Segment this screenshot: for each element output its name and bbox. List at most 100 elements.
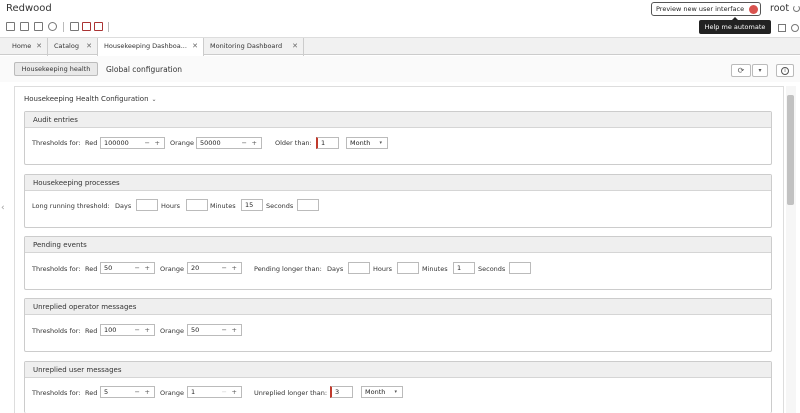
document-list-icon[interactable] bbox=[34, 22, 43, 31]
pending-days-input[interactable] bbox=[348, 262, 370, 274]
refresh-icon: ⟳ bbox=[737, 66, 745, 75]
minutes-label: Minutes bbox=[422, 265, 448, 273]
pending-longer-label: Pending longer than: bbox=[254, 265, 322, 273]
minus-icon[interactable]: − bbox=[135, 263, 140, 273]
power-icon[interactable] bbox=[793, 5, 800, 12]
close-icon[interactable]: ✕ bbox=[192, 38, 198, 55]
stepper-value: 100 bbox=[104, 326, 117, 334]
plus-icon[interactable]: + bbox=[232, 325, 237, 335]
thresholds-label: Thresholds for: bbox=[32, 327, 81, 335]
scrollbar-thumb[interactable] bbox=[787, 95, 794, 205]
pending-orange-stepper[interactable]: 20 − + bbox=[187, 262, 242, 274]
days-label: Days bbox=[327, 265, 344, 273]
minus-icon[interactable]: − bbox=[222, 325, 227, 335]
processes-seconds-input[interactable] bbox=[297, 199, 319, 211]
audit-orange-stepper[interactable]: 50000 − + bbox=[196, 137, 262, 149]
pending-red-stepper[interactable]: 50 − + bbox=[100, 262, 155, 274]
plus-icon[interactable]: + bbox=[232, 263, 237, 273]
seconds-label: Seconds bbox=[478, 265, 506, 273]
unreplied-longer-label: Unreplied longer than: bbox=[254, 389, 328, 397]
pending-minutes-input[interactable]: 1 bbox=[453, 262, 475, 274]
plus-icon[interactable]: + bbox=[252, 138, 257, 148]
red-label: Red bbox=[85, 265, 98, 273]
close-icon[interactable]: ✕ bbox=[36, 38, 42, 55]
tab-home[interactable]: Home ✕ bbox=[6, 38, 48, 56]
toolbar-separator bbox=[63, 22, 64, 32]
housekeeping-health-button[interactable]: Housekeeping health bbox=[14, 62, 98, 76]
toolbar-separator bbox=[108, 22, 109, 32]
grid-icon[interactable] bbox=[70, 22, 79, 31]
more-options-button[interactable]: ▾ bbox=[752, 64, 768, 77]
orange-label: Orange bbox=[170, 139, 195, 147]
bug-icon[interactable] bbox=[82, 22, 91, 31]
minus-icon[interactable]: − bbox=[135, 325, 140, 335]
close-icon[interactable]: ✕ bbox=[292, 38, 298, 55]
plus-icon[interactable]: + bbox=[155, 138, 160, 148]
stepper-value: 1 bbox=[191, 388, 196, 396]
user-red-stepper[interactable]: 5 − + bbox=[100, 386, 155, 398]
plus-icon[interactable]: + bbox=[145, 387, 150, 397]
minus-icon[interactable]: − bbox=[222, 387, 227, 397]
unreplied-longer-input[interactable]: 3 bbox=[330, 386, 353, 398]
brand-name: Redwood bbox=[6, 3, 52, 14]
section-header: Unreplied user messages bbox=[25, 362, 771, 378]
older-than-unit-select[interactable]: Month ▾ bbox=[346, 137, 388, 149]
caret-down-icon: ▾ bbox=[394, 389, 397, 395]
operator-red-stepper[interactable]: 100 − + bbox=[100, 324, 155, 336]
refresh-button[interactable]: ⟳ bbox=[731, 64, 751, 77]
minus-icon[interactable]: − bbox=[145, 138, 150, 148]
info-circle-icon[interactable] bbox=[791, 24, 799, 32]
chevron-down-icon: ⌄ bbox=[151, 96, 157, 103]
orange-label: Orange bbox=[160, 389, 185, 397]
processes-minutes-input[interactable]: 15 bbox=[241, 199, 263, 211]
audit-red-stepper[interactable]: 100000 − + bbox=[100, 137, 165, 149]
processes-days-input[interactable] bbox=[136, 199, 158, 211]
tab-monitoring-dashboard[interactable]: Monitoring Dashboard ✕ bbox=[204, 38, 304, 56]
older-than-label: Older than: bbox=[275, 139, 312, 147]
days-label: Days bbox=[115, 202, 132, 210]
thresholds-label: Thresholds for: bbox=[32, 389, 81, 397]
stepper-value: 50 bbox=[191, 326, 200, 334]
minus-icon[interactable]: − bbox=[242, 138, 247, 148]
plus-icon[interactable]: + bbox=[232, 387, 237, 397]
pending-hours-input[interactable] bbox=[397, 262, 419, 274]
window-icon[interactable] bbox=[778, 24, 786, 32]
bug-alert-icon[interactable] bbox=[94, 22, 103, 31]
chevron-left-icon[interactable]: ‹ bbox=[1, 203, 5, 213]
stepper-value: 50 bbox=[104, 264, 113, 272]
info-button[interactable]: i bbox=[776, 64, 794, 77]
operator-orange-stepper[interactable]: 50 − + bbox=[187, 324, 242, 336]
section-header: Unreplied operator messages bbox=[25, 299, 771, 315]
config-title[interactable]: Housekeeping Health Configuration ⌄ bbox=[24, 95, 157, 103]
help-me-automate-tooltip[interactable]: Help me automate bbox=[699, 17, 771, 34]
select-value: Month bbox=[365, 388, 386, 396]
tab-housekeeping-dashboard[interactable]: Housekeeping Dashboa... ✕ bbox=[98, 38, 204, 56]
home-icon[interactable] bbox=[6, 22, 15, 31]
user-name[interactable]: root bbox=[770, 3, 789, 14]
global-configuration-link[interactable]: Global configuration bbox=[106, 65, 182, 74]
plus-icon[interactable]: + bbox=[145, 263, 150, 273]
caret-down-icon: ▾ bbox=[379, 140, 382, 146]
minus-icon[interactable]: − bbox=[135, 387, 140, 397]
user-orange-stepper[interactable]: 1 − + bbox=[187, 386, 242, 398]
info-icon: i bbox=[781, 66, 789, 75]
older-than-input[interactable]: 1 bbox=[316, 137, 339, 149]
plus-icon[interactable]: + bbox=[145, 325, 150, 335]
stepper-value: 50000 bbox=[200, 139, 221, 147]
preview-button-label: Preview new user interface bbox=[656, 5, 745, 13]
orange-label: Orange bbox=[160, 327, 185, 335]
preview-new-ui-button[interactable]: Preview new user interface bbox=[651, 2, 761, 16]
gear-icon[interactable] bbox=[48, 22, 57, 31]
tab-catalog[interactable]: Catalog ✕ bbox=[48, 38, 98, 56]
pending-seconds-input[interactable] bbox=[509, 262, 531, 274]
toolbar bbox=[0, 18, 800, 36]
thresholds-label: Thresholds for: bbox=[32, 265, 81, 273]
tab-bar: Home ✕ Catalog ✕ Housekeeping Dashboa... ✕ … bbox=[0, 37, 800, 56]
minus-icon[interactable]: − bbox=[222, 263, 227, 273]
processes-hours-input[interactable] bbox=[186, 199, 208, 211]
red-label: Red bbox=[85, 389, 98, 397]
config-title-text: Housekeeping Health Configuration bbox=[24, 95, 149, 103]
document-icon[interactable] bbox=[20, 22, 29, 31]
close-icon[interactable]: ✕ bbox=[86, 38, 92, 55]
unreplied-longer-unit-select[interactable]: Month ▾ bbox=[361, 386, 403, 398]
